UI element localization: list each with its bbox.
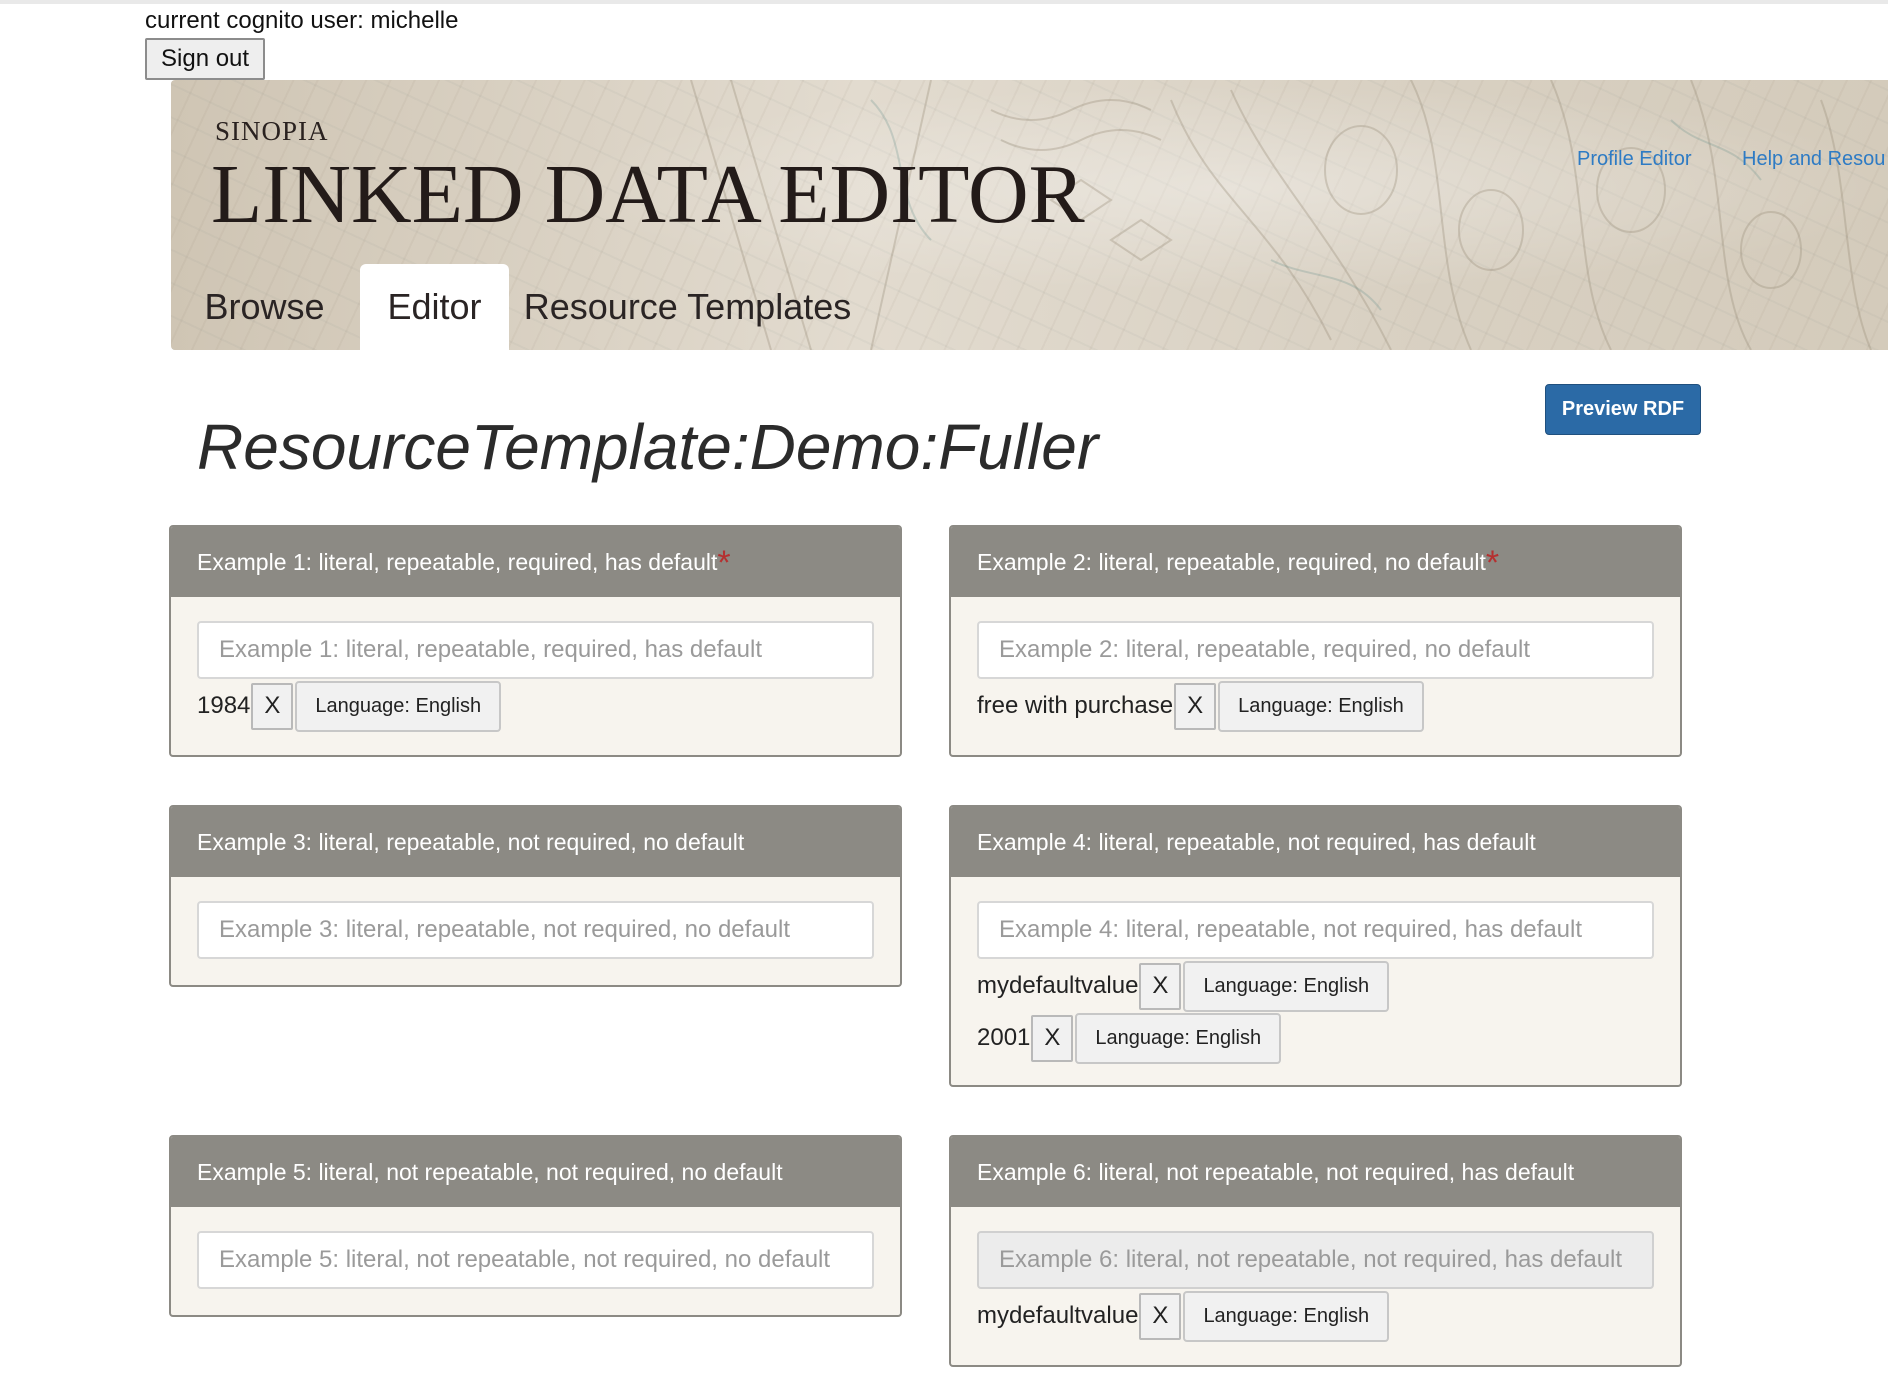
literal-input[interactable] <box>197 621 874 679</box>
panel-title: Example 4: literal, repeatable, not requ… <box>977 829 1536 855</box>
language-button[interactable]: Language: English <box>1183 960 1390 1012</box>
language-button[interactable]: Language: English <box>1183 1290 1390 1342</box>
remove-value-button[interactable]: X <box>1139 1292 1182 1340</box>
literal-value-row: 1984 X Language: English <box>197 680 874 732</box>
page-title: ResourceTemplate:Demo:Fuller <box>197 411 1099 483</box>
brand-main-title: LINKED DATA EDITOR <box>211 148 1085 241</box>
panel-header: Example 5: literal, not repeatable, not … <box>171 1137 900 1207</box>
top-border <box>0 0 1888 4</box>
tab-resource-templates[interactable]: Resource Templates <box>516 264 859 350</box>
literal-value: free with purchase <box>977 692 1174 719</box>
literal-value: mydefaultvalue <box>977 972 1139 999</box>
remove-value-button[interactable]: X <box>1031 1014 1074 1062</box>
panel-header: Example 3: literal, repeatable, not requ… <box>171 807 900 877</box>
property-panel-example-6: Example 6: literal, not repeatable, not … <box>949 1135 1682 1367</box>
literal-input-disabled <box>977 1231 1654 1289</box>
help-and-resources-link[interactable]: Help and Resou <box>1742 148 1885 171</box>
panel-title: Example 2: literal, repeatable, required… <box>977 549 1486 575</box>
panel-title: Example 6: literal, not repeatable, not … <box>977 1159 1575 1185</box>
property-panel-example-2: Example 2: literal, repeatable, required… <box>949 525 1682 757</box>
remove-value-button[interactable]: X <box>1139 962 1182 1010</box>
main-tabs: Browse Editor Resource Templates <box>171 264 1071 350</box>
panel-header: Example 4: literal, repeatable, not requ… <box>951 807 1680 877</box>
panel-title: Example 3: literal, repeatable, not requ… <box>197 829 745 855</box>
literal-value-row: mydefaultvalue X Language: English <box>977 960 1654 1012</box>
literal-input[interactable] <box>977 901 1654 959</box>
literal-value: 1984 <box>197 692 251 719</box>
profile-editor-link[interactable]: Profile Editor <box>1577 148 1692 171</box>
tab-editor[interactable]: Editor <box>360 264 509 350</box>
required-star-icon: * <box>1485 544 1500 582</box>
literal-input[interactable] <box>197 901 874 959</box>
language-button[interactable]: Language: English <box>295 680 502 732</box>
current-user-text: current cognito user: michelle <box>145 7 459 34</box>
panel-header: Example 6: literal, not repeatable, not … <box>951 1137 1680 1207</box>
property-panel-example-1: Example 1: literal, repeatable, required… <box>169 525 902 757</box>
remove-value-button[interactable]: X <box>251 682 294 730</box>
literal-value: 2001 <box>977 1024 1031 1051</box>
literal-value-row: free with purchase X Language: English <box>977 680 1654 732</box>
panel-title: Example 5: literal, not repeatable, not … <box>197 1159 783 1185</box>
required-star-icon: * <box>717 544 731 582</box>
sign-out-button[interactable]: Sign out <box>145 38 266 80</box>
remove-value-button[interactable]: X <box>1174 682 1217 730</box>
tab-browse[interactable]: Browse <box>171 264 358 350</box>
literal-value: mydefaultvalue <box>977 1302 1139 1329</box>
literal-value-row: mydefaultvalue X Language: English <box>977 1290 1654 1342</box>
brand-small-title: SINOPIA <box>215 116 329 146</box>
property-panel-example-4: Example 4: literal, repeatable, not requ… <box>949 805 1682 1087</box>
literal-value-row: 2001 X Language: English <box>977 1012 1654 1064</box>
header-banner: SINOPIA LINKED DATA EDITOR Profile Edito… <box>171 80 1888 350</box>
language-button[interactable]: Language: English <box>1218 680 1424 732</box>
language-button[interactable]: Language: English <box>1075 1012 1282 1064</box>
panel-title: Example 1: literal, repeatable, required… <box>197 549 718 575</box>
literal-input[interactable] <box>197 1231 874 1289</box>
panel-header: Example 2: literal, repeatable, required… <box>951 527 1680 597</box>
preview-rdf-button[interactable]: Preview RDF <box>1545 384 1701 435</box>
property-panel-example-3: Example 3: literal, repeatable, not requ… <box>169 805 902 987</box>
property-panel-example-5: Example 5: literal, not repeatable, not … <box>169 1135 902 1317</box>
literal-input[interactable] <box>977 621 1654 679</box>
panel-header: Example 1: literal, repeatable, required… <box>171 527 900 597</box>
